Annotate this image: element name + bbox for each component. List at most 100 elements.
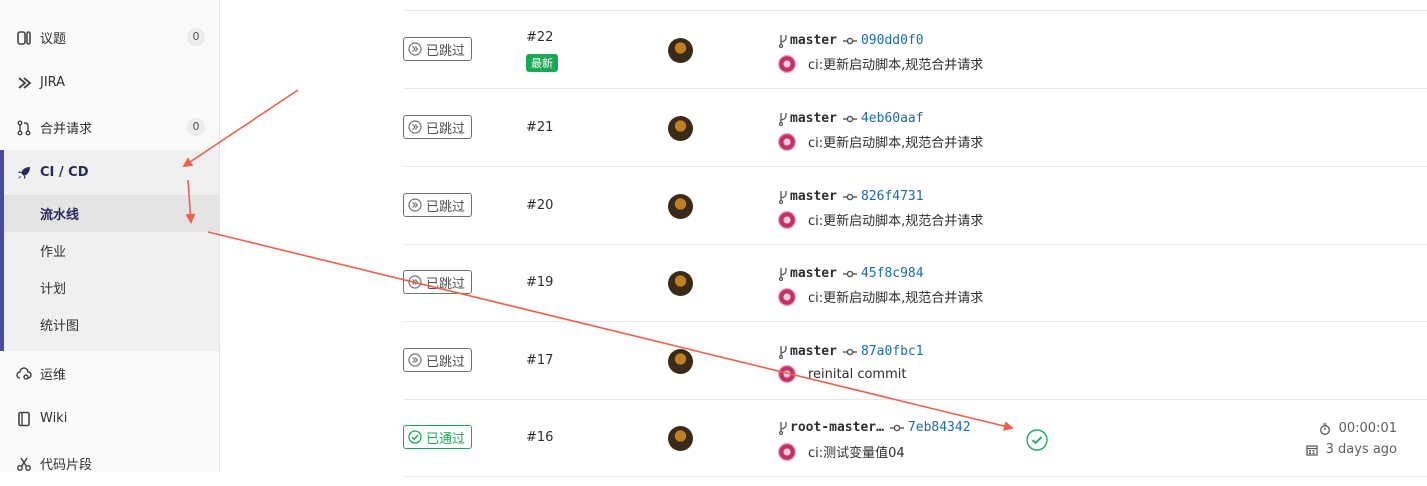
- commit-sha-link[interactable]: 7eb84342: [908, 420, 971, 435]
- sidebar-item-issues[interactable]: 议题 0: [0, 15, 219, 60]
- skipped-icon: [408, 120, 422, 134]
- commit-message-link[interactable]: reinital commit: [808, 367, 906, 382]
- sidebar-item-snippets[interactable]: 代码片段: [0, 441, 219, 486]
- pipeline-status-badge[interactable]: 已跳过: [403, 115, 473, 139]
- commit-message-link[interactable]: ci:更新启动脚本,规范合并请求: [808, 132, 983, 151]
- commit-ref-line: master 87a0fbc1: [778, 344, 924, 359]
- scissors-icon: [16, 456, 32, 472]
- commit-icon: [842, 193, 857, 200]
- commit-message-line: ci:更新启动脚本,规范合并请求: [778, 287, 983, 306]
- pipeline-row: 已跳过 #19 master 45f8c984 ci:更新启动脚本,规范合并请求: [403, 245, 1427, 322]
- pipeline-status-label: 已跳过: [426, 43, 466, 59]
- pipeline-id-link[interactable]: #19: [526, 275, 553, 290]
- pipeline-status-badge[interactable]: 已跳过: [403, 348, 473, 372]
- sidebar-item-label: 运维: [40, 368, 67, 383]
- pipeline-row: 已跳过 #20 master 826f4731 ci:更新启动脚本,规范合并请求: [403, 168, 1427, 245]
- pipeline-status-badge[interactable]: 已跳过: [403, 193, 473, 217]
- commit-message-line: ci:测试变量值04: [778, 442, 905, 461]
- issues-count-badge: 0: [187, 28, 205, 46]
- pipeline-duration: 00:00:01: [1319, 421, 1397, 436]
- skipped-icon: [408, 275, 422, 289]
- sidebar-subitem-charts[interactable]: 统计图: [4, 306, 219, 343]
- branch-icon: [778, 190, 787, 204]
- sidebar-item-operations[interactable]: 运维: [0, 351, 219, 396]
- commit-message-link[interactable]: ci:更新启动脚本,规范合并请求: [808, 54, 983, 73]
- stage-passed-icon[interactable]: [1026, 429, 1048, 451]
- pipeline-status-badge[interactable]: 已跳过: [403, 37, 473, 61]
- sidebar-item-merge-requests[interactable]: 合并请求 0: [0, 105, 219, 150]
- commit-author-avatar[interactable]: [778, 132, 796, 151]
- book-icon: [16, 411, 32, 427]
- branch-name-link[interactable]: root-master…: [790, 420, 884, 435]
- commit-message-link[interactable]: ci:更新启动脚本,规范合并请求: [808, 210, 983, 229]
- commit-sha-link[interactable]: 090dd0f0: [861, 33, 924, 48]
- commit-ref-line: root-master… 7eb84342: [778, 420, 971, 435]
- pipeline-row: 已跳过 #17 master 87a0fbc1 reinital commit: [403, 323, 1427, 400]
- latest-badge: 最新: [526, 54, 558, 72]
- sidebar-item-wiki[interactable]: Wiki: [0, 396, 219, 441]
- issues-icon: [16, 30, 32, 46]
- commit-message-line: ci:更新启动脚本,规范合并请求: [778, 210, 983, 229]
- commit-author-avatar[interactable]: [778, 287, 796, 306]
- pipeline-status-badge[interactable]: 已通过: [403, 425, 473, 449]
- sidebar-item-label: Wiki: [40, 411, 68, 426]
- commit-sha-link[interactable]: 45f8c984: [861, 266, 924, 281]
- sidebar-subitem-schedules[interactable]: 计划: [4, 269, 219, 306]
- branch-name-link[interactable]: master: [790, 111, 837, 126]
- pipeline-status-badge[interactable]: 已跳过: [403, 270, 473, 294]
- sidebar-item-label: 议题: [40, 32, 67, 47]
- commit-message-link[interactable]: ci:更新启动脚本,规范合并请求: [808, 287, 983, 306]
- pipeline-row: 已通过 #16 root-master… 7eb84342 ci:测试变量值04…: [403, 400, 1427, 477]
- branch-name-link[interactable]: master: [790, 266, 837, 281]
- sidebar-item-jira[interactable]: JIRA: [0, 60, 219, 105]
- pipeline-status-label: 已跳过: [426, 276, 466, 292]
- pipeline-status-label: 已跳过: [426, 199, 466, 215]
- user-avatar[interactable]: [668, 426, 693, 451]
- commit-message-link[interactable]: ci:测试变量值04: [808, 442, 905, 461]
- branch-name-link[interactable]: master: [790, 33, 837, 48]
- user-avatar[interactable]: [668, 349, 693, 374]
- commit-message-line: ci:更新启动脚本,规范合并请求: [778, 54, 983, 73]
- pipeline-finished-time: 3 days ago: [1305, 442, 1397, 457]
- sidebar-subitem-jobs[interactable]: 作业: [4, 232, 219, 269]
- branch-name-link[interactable]: master: [790, 344, 837, 359]
- commit-sha-link[interactable]: 826f4731: [861, 189, 924, 204]
- commit-icon: [842, 348, 857, 355]
- sidebar-subitem-label: 作业: [40, 245, 67, 260]
- table-top-border: [403, 10, 1427, 11]
- sidebar-item-label: CI / CD: [40, 165, 89, 180]
- sidebar-subitem-pipelines[interactable]: 流水线: [4, 195, 219, 232]
- sidebar-subitem-label: 统计图: [40, 319, 80, 334]
- pipeline-row: 已跳过 #22 master 090dd0f0 ci:更新启动脚本,规范合并请求…: [403, 12, 1427, 89]
- passed-check-icon: [408, 430, 422, 444]
- sidebar-item-label: 合并请求: [40, 122, 93, 137]
- pipeline-id-link[interactable]: #17: [526, 353, 553, 368]
- pipeline-id-link[interactable]: #21: [526, 120, 553, 135]
- commit-author-avatar[interactable]: [778, 210, 796, 229]
- user-avatar[interactable]: [668, 194, 693, 219]
- pipeline-id-link[interactable]: #20: [526, 198, 553, 213]
- commit-sha-link[interactable]: 87a0fbc1: [861, 344, 924, 359]
- finished-time-text: 3 days ago: [1325, 442, 1397, 457]
- commit-author-avatar[interactable]: [778, 54, 796, 73]
- branch-name-link[interactable]: master: [790, 189, 837, 204]
- jira-icon: [16, 75, 32, 91]
- cloud-gear-icon: [16, 366, 32, 382]
- pipeline-id-link[interactable]: #16: [526, 430, 553, 445]
- commit-author-avatar[interactable]: [778, 365, 796, 383]
- commit-icon: [889, 424, 904, 431]
- commit-author-avatar[interactable]: [778, 442, 796, 461]
- pipeline-row: 已跳过 #21 master 4eb60aaf ci:更新启动脚本,规范合并请求: [403, 90, 1427, 167]
- branch-icon: [778, 112, 787, 126]
- user-avatar[interactable]: [668, 38, 693, 63]
- sidebar: 议题 0 JIRA 合并请求 0 CI / CD 流水线 作业 计划 统计图 运…: [0, 0, 220, 473]
- timer-icon: [1319, 422, 1330, 435]
- sidebar-item-cicd[interactable]: CI / CD: [4, 150, 219, 195]
- branch-icon: [778, 421, 787, 435]
- user-avatar[interactable]: [668, 271, 693, 296]
- commit-sha-link[interactable]: 4eb60aaf: [861, 111, 924, 126]
- user-avatar[interactable]: [668, 116, 693, 141]
- pipeline-id-link[interactable]: #22: [526, 30, 553, 45]
- pipeline-status-label: 已跳过: [426, 354, 466, 370]
- skipped-icon: [408, 198, 422, 212]
